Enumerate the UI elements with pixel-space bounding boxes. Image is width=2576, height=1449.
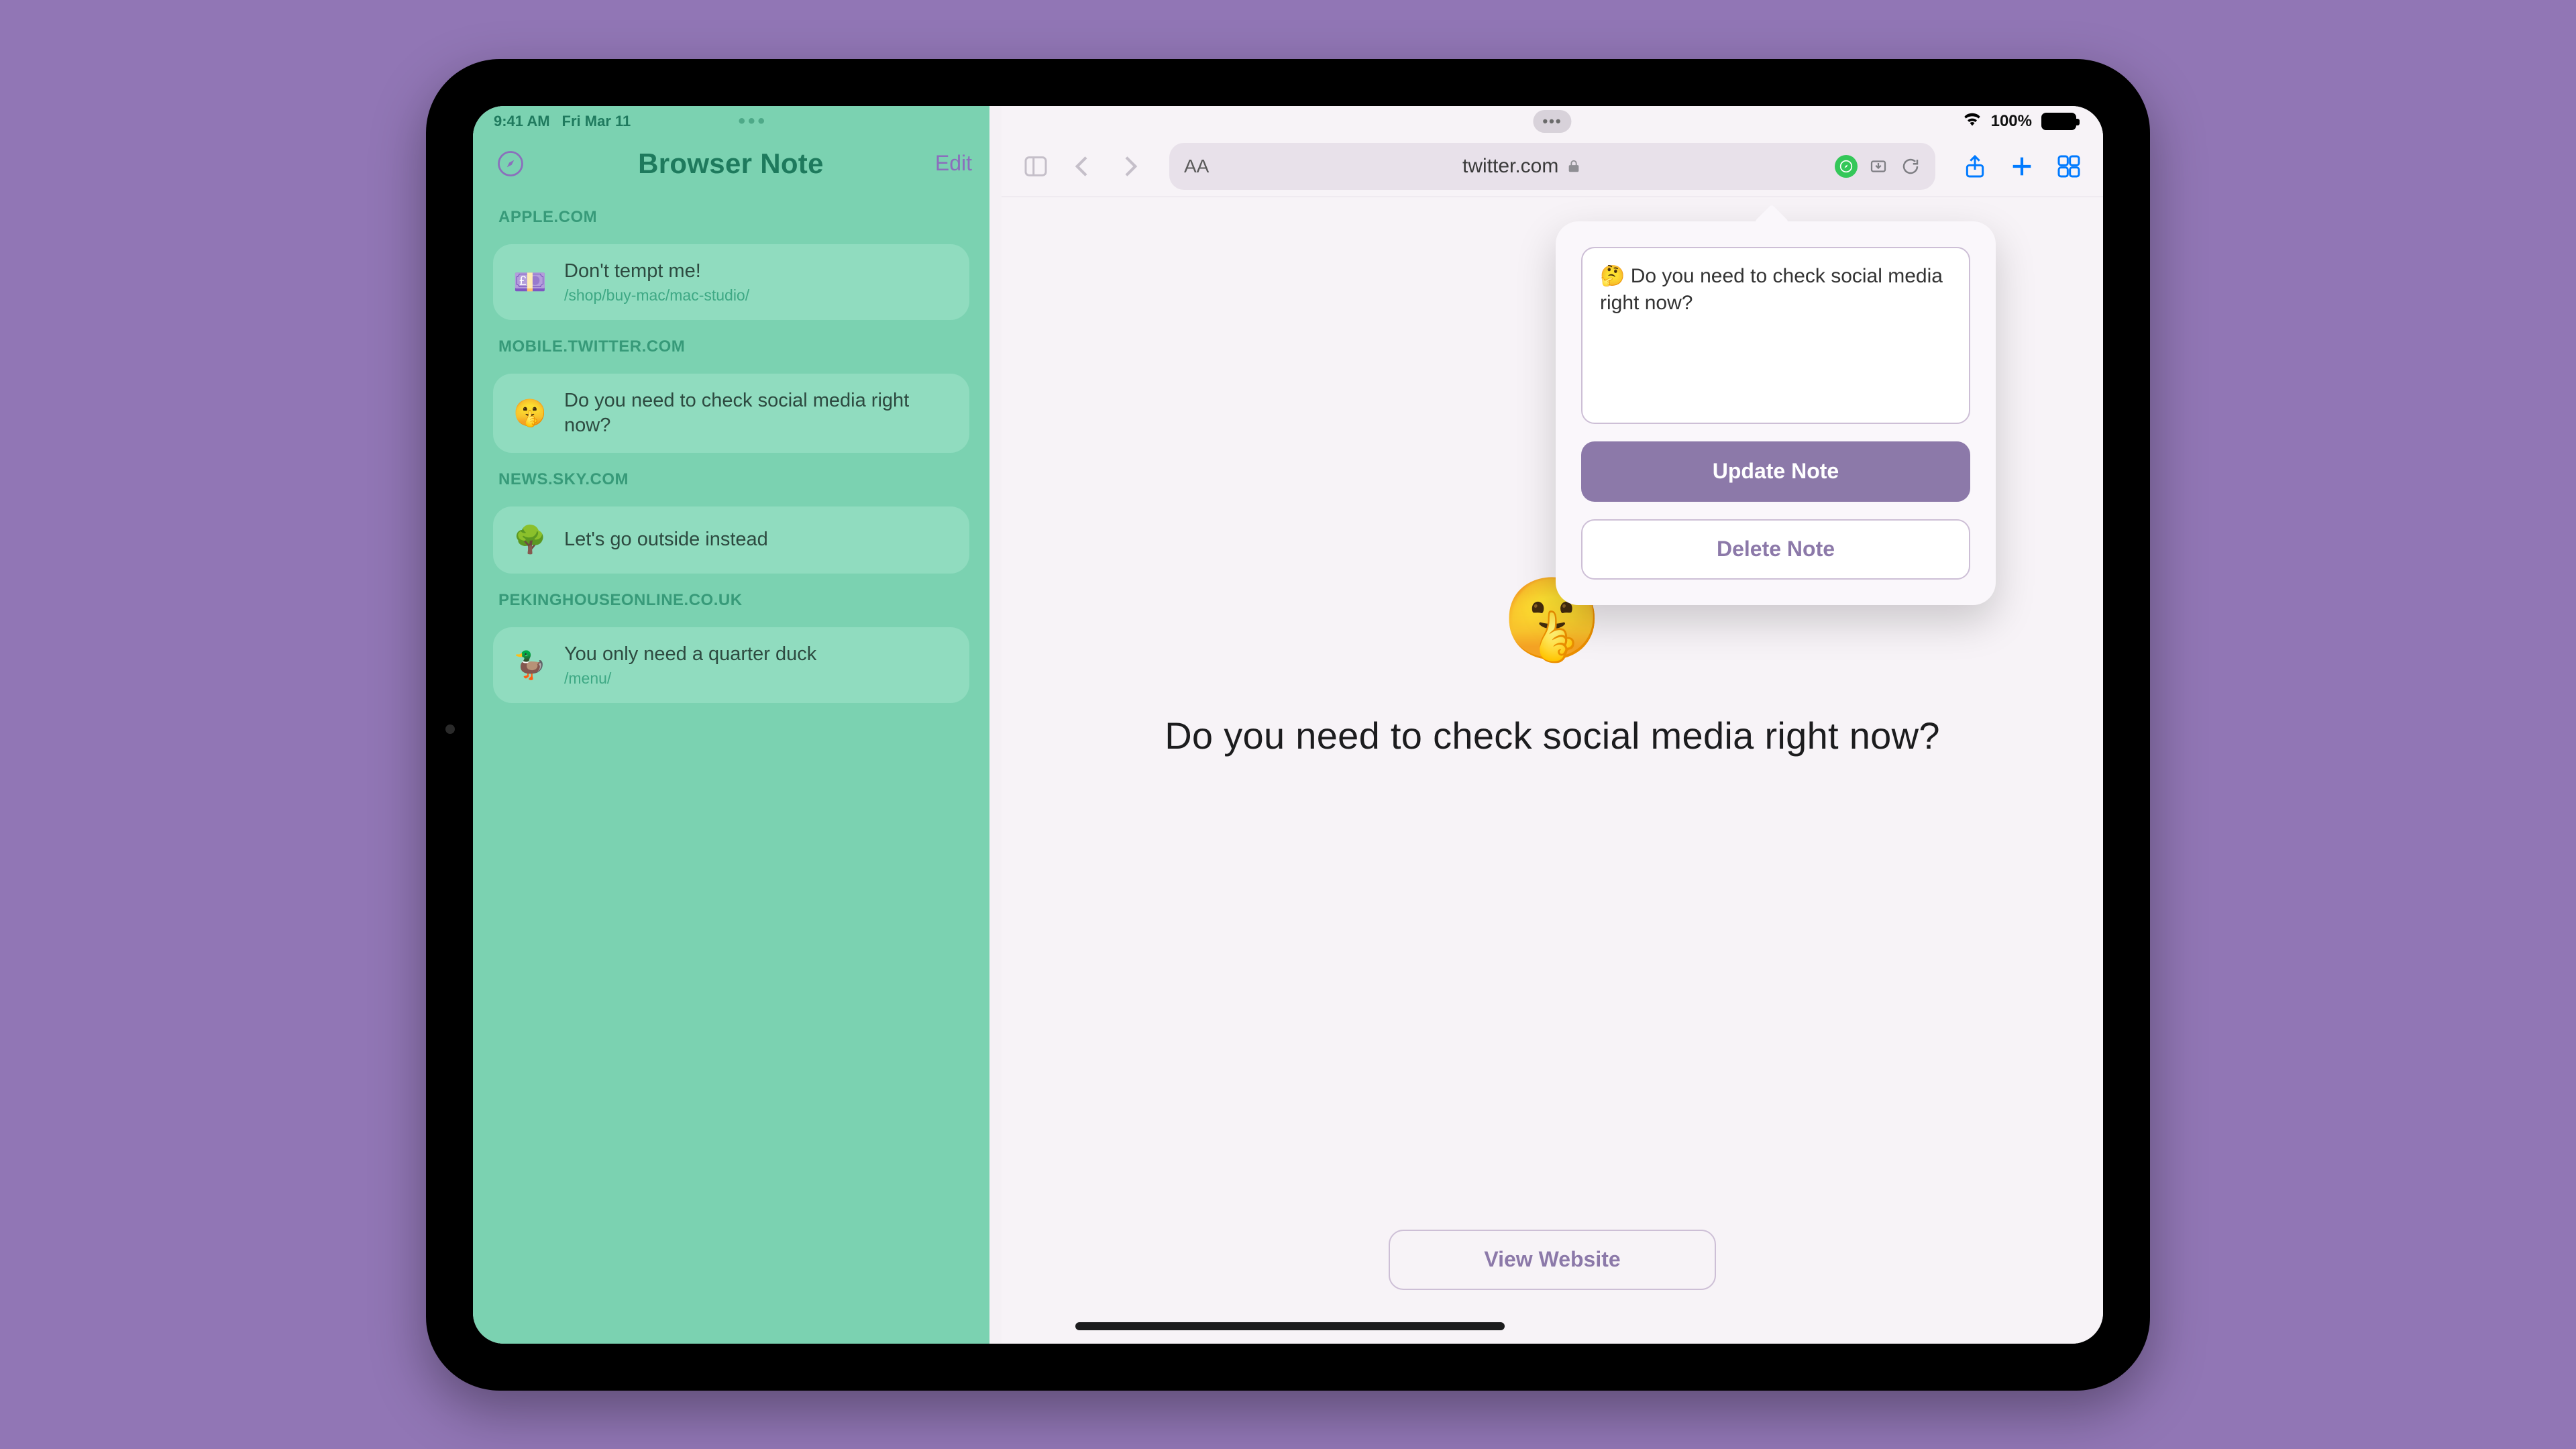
sidebar-toggle-icon[interactable] [1019,150,1053,183]
forward-button[interactable] [1113,150,1146,183]
section-domain-2: NEWS.SKY.COM [493,470,969,489]
url-host: twitter.com [1462,155,1558,178]
address-bar[interactable]: AA twitter.com [1169,143,1935,190]
note-emoji-2: 🌳 [513,524,547,555]
share-button[interactable] [1958,150,1992,183]
note-emoji-1: 🤫 [513,397,547,429]
tabs-overview-button[interactable] [2052,150,2086,183]
status-bar-left: 9:41 AM Fri Mar 11 ••• [473,106,989,137]
ipad-device-frame: 9:41 AM Fri Mar 11 ••• Browser Note Edit… [426,59,2150,1391]
note-emoji-0: 💷 [513,266,547,298]
note-title-1: Do you need to check social media right … [564,388,949,437]
edit-button[interactable]: Edit [935,151,972,176]
app-title: Browser Note [527,148,935,180]
download-icon[interactable] [1868,156,1888,176]
compass-button[interactable] [494,148,527,180]
back-button[interactable] [1066,150,1099,183]
note-card-3[interactable]: 🦆 You only need a quarter duck /menu/ [493,627,969,703]
note-subtitle-3: /menu/ [564,669,816,688]
new-tab-button[interactable] [2005,150,2039,183]
update-note-button[interactable]: Update Note [1581,441,1970,502]
note-card-2[interactable]: 🌳 Let's go outside instead [493,506,969,574]
browser-note-app-panel: 9:41 AM Fri Mar 11 ••• Browser Note Edit… [473,106,989,1344]
status-date: Fri Mar 11 [562,113,631,130]
multitask-dots-icon[interactable]: ••• [1533,110,1571,133]
note-title-2: Let's go outside instead [564,527,768,551]
extension-indicator-icon[interactable] [1835,155,1858,178]
note-card-0[interactable]: 💷 Don't tempt me! /shop/buy-mac/mac-stud… [493,244,969,320]
view-website-button[interactable]: View Website [1389,1230,1716,1290]
note-emoji-3: 🦆 [513,649,547,681]
status-bar-right: ••• 100% [1002,106,2103,137]
safari-panel: ••• 100% AA [1002,106,2103,1344]
home-indicator[interactable] [1075,1322,1505,1330]
note-title-3: You only need a quarter duck [564,642,816,666]
wifi-icon [1963,111,1982,131]
section-domain-0: APPLE.COM [493,208,969,227]
sidebar-header: Browser Note Edit [473,137,989,191]
reload-icon[interactable] [1900,156,1921,176]
reader-aa-icon[interactable]: AA [1184,156,1209,177]
status-time: 9:41 AM [494,113,550,130]
lock-icon [1566,159,1581,174]
section-domain-3: PEKINGHOUSEONLINE.CO.UK [493,591,969,610]
camera-dot [445,724,455,734]
note-text-input[interactable] [1581,247,1970,424]
screen: 9:41 AM Fri Mar 11 ••• Browser Note Edit… [473,106,2103,1344]
delete-note-button[interactable]: Delete Note [1581,519,1970,580]
note-editor-popover: Update Note Delete Note [1556,221,1996,605]
url-display: twitter.com [1220,155,1824,178]
notes-list: APPLE.COM 💷 Don't tempt me! /shop/buy-ma… [473,191,989,703]
note-card-1[interactable]: 🤫 Do you need to check social media righ… [493,374,969,453]
note-subtitle-0: /shop/buy-mac/mac-studio/ [564,286,749,305]
section-domain-1: MOBILE.TWITTER.COM [493,337,969,356]
safari-toolbar: AA twitter.com [1002,137,2103,197]
multitask-dots-icon[interactable]: ••• [738,110,767,133]
hero-message: Do you need to check social media right … [1165,714,1940,757]
note-title-0: Don't tempt me! [564,259,749,283]
battery-icon [2041,113,2076,130]
battery-percent: 100% [1991,112,2032,131]
